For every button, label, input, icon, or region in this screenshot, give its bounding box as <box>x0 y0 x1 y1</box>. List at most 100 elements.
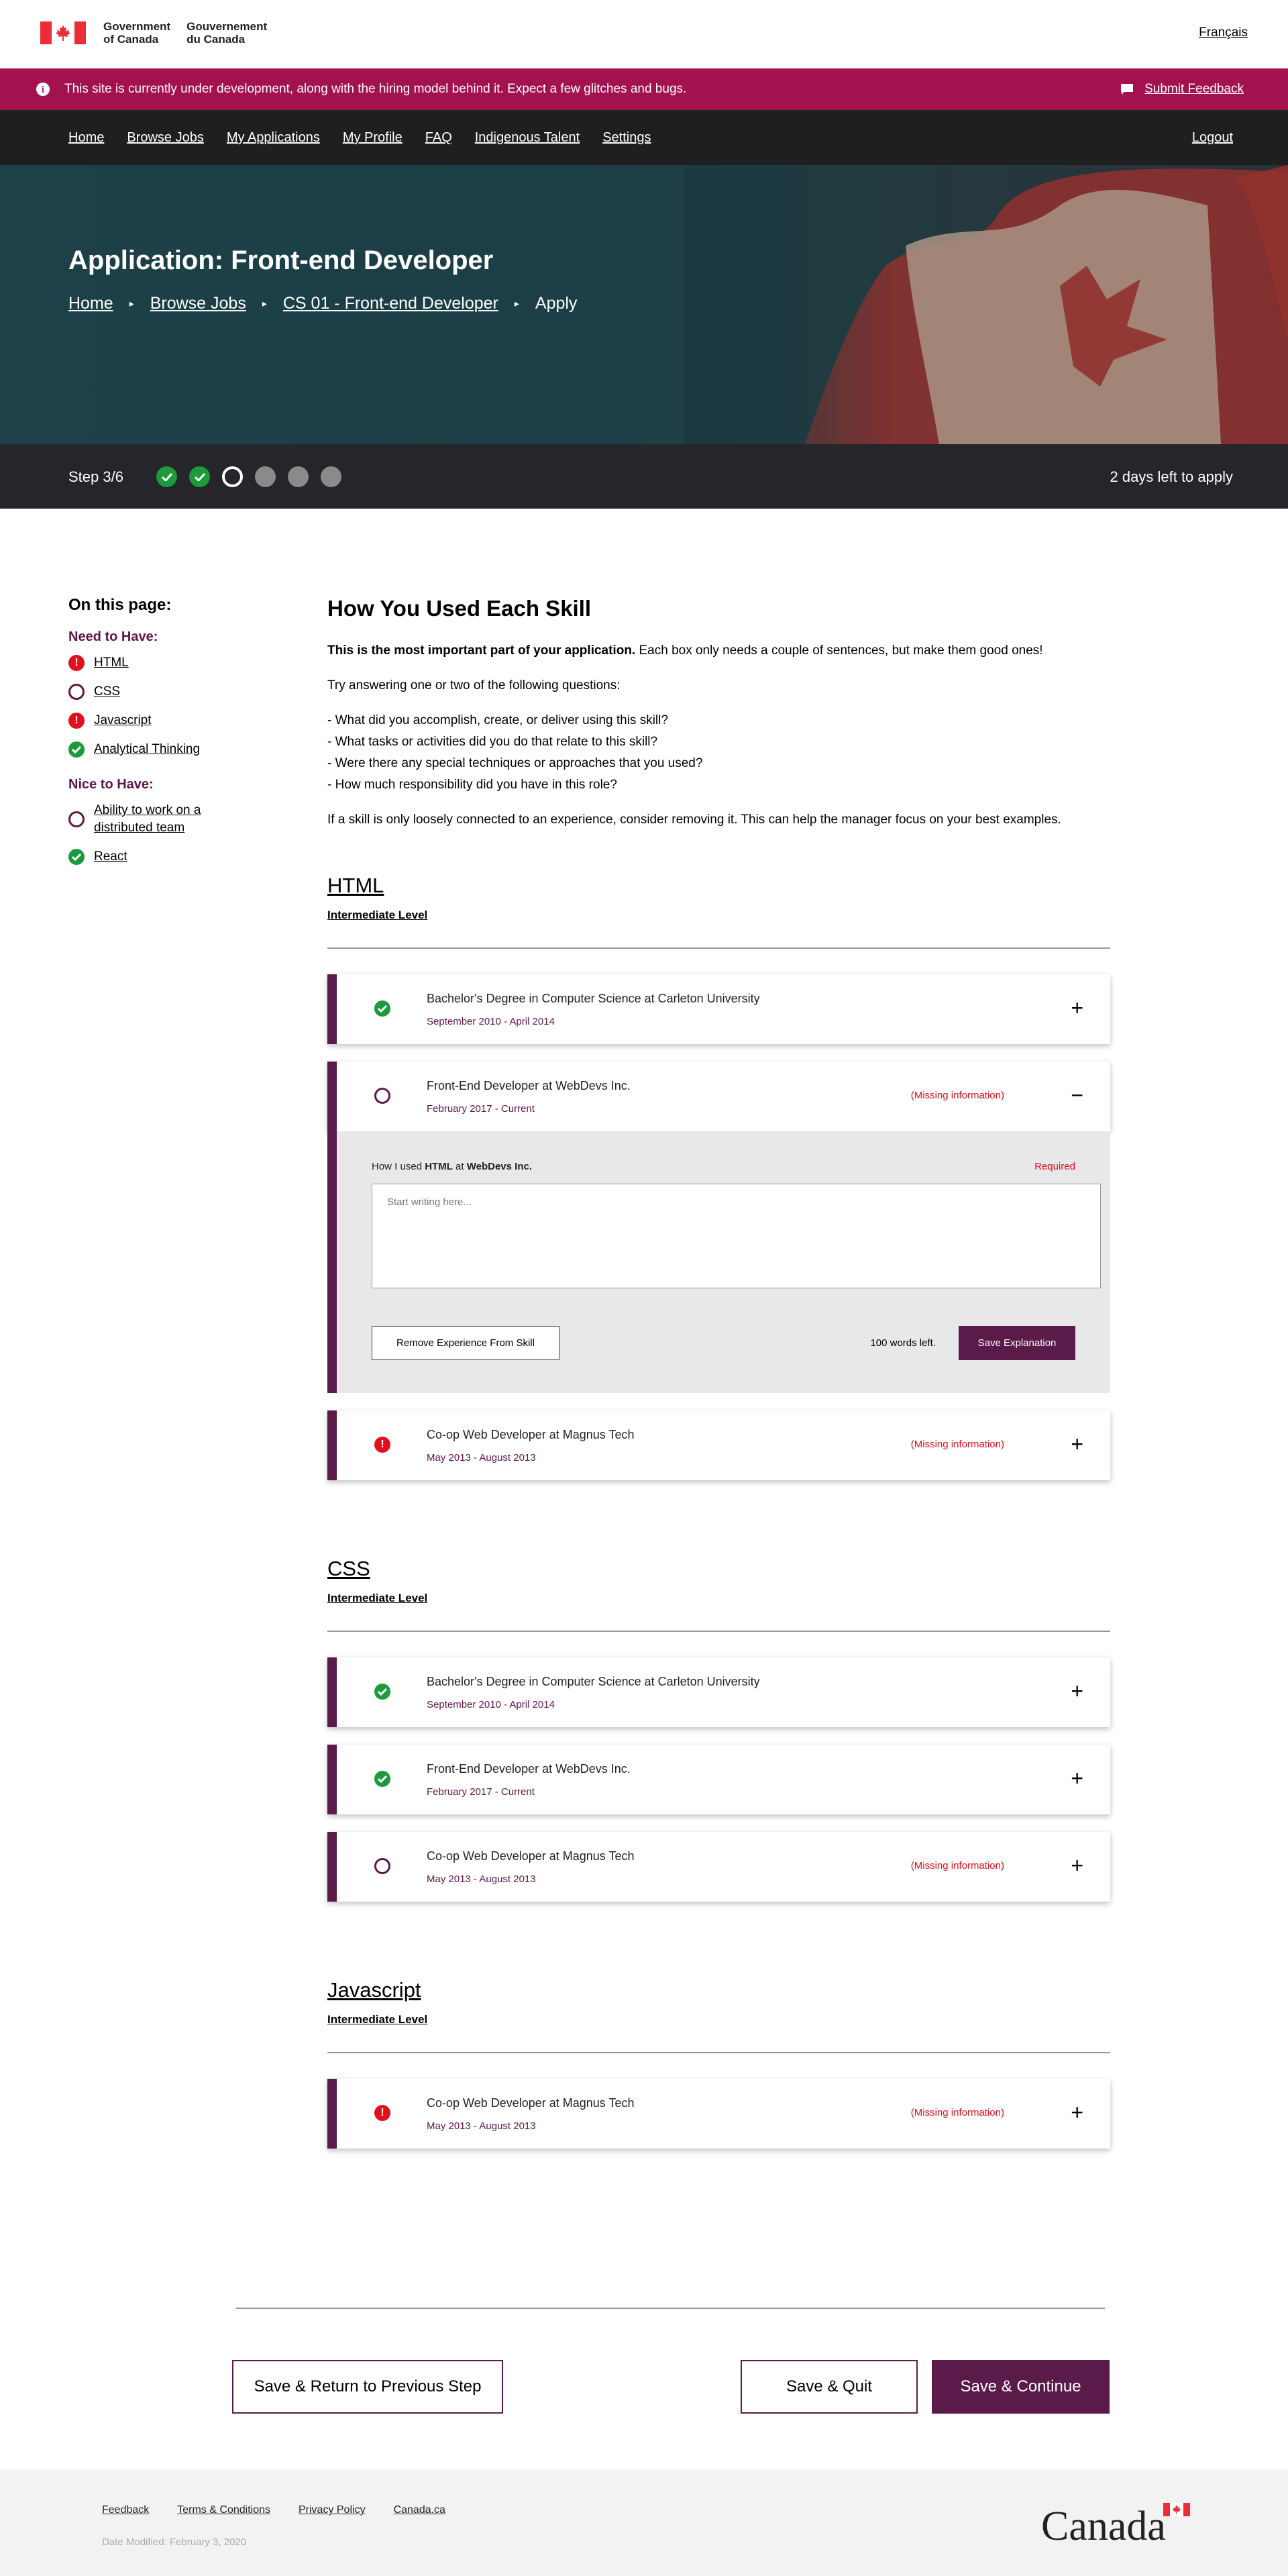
sidebar-item-analytical-thinking[interactable]: Analytical Thinking <box>68 741 283 758</box>
experience-dates: May 2013 - August 2013 <box>427 2120 536 2132</box>
nav-indigenous-talent[interactable]: Indigenous Talent <box>475 130 580 146</box>
sidebar-item-label: Analytical Thinking <box>94 742 201 756</box>
skill-section-javascript: Javascript Intermediate Level ! Co-op We… <box>327 1978 1110 2149</box>
save-quit-button[interactable]: Save & Quit <box>741 2360 918 2414</box>
nav-my-applications[interactable]: My Applications <box>227 130 320 146</box>
skill-section-css: CSS Intermediate Level Bachelor's Degree… <box>327 1557 1110 1902</box>
removal-tip: If a skill is only loosely connected to … <box>327 813 1061 827</box>
sidebar-heading: On this page: <box>68 596 172 614</box>
nav-my-profile[interactable]: My Profile <box>343 130 402 146</box>
error-icon: ! <box>68 713 85 729</box>
sidebar-item-html[interactable]: ! HTML <box>68 654 283 672</box>
hero-flag-image <box>684 165 1288 444</box>
experience-title: Co-op Web Developer at Magnus Tech <box>427 2096 635 2110</box>
experience-card-expanded[interactable]: Front-End Developer at WebDevs Inc. Febr… <box>327 1062 1110 1131</box>
remove-experience-button[interactable]: Remove Experience From Skill <box>372 1326 559 1360</box>
required-label: Required <box>1034 1161 1075 1172</box>
step-progress-bar: Step 3/6 2 days left to apply <box>0 444 1288 509</box>
breadcrumb-home[interactable]: Home <box>68 294 113 313</box>
error-icon: ! <box>374 2105 390 2121</box>
divider <box>236 2308 1105 2309</box>
experience-card[interactable]: Bachelor's Degree in Computer Science at… <box>327 974 1110 1044</box>
nav-faq[interactable]: FAQ <box>425 130 452 146</box>
breadcrumb: Home ▸ Browse Jobs ▸ CS 01 - Front-end D… <box>68 294 577 313</box>
expand-icon[interactable]: + <box>1071 1766 1083 1790</box>
experience-card[interactable]: Bachelor's Degree in Computer Science at… <box>327 1657 1110 1727</box>
deadline-text: 2 days left to apply <box>1110 468 1233 485</box>
nav-browse-jobs[interactable]: Browse Jobs <box>127 130 204 146</box>
footer-terms-link[interactable]: Terms & Conditions <box>177 2504 270 2516</box>
skill-section-html: HTML Intermediate Level Bachelor's Degre… <box>327 874 1110 1480</box>
step-5-icon <box>288 466 309 487</box>
footer-feedback-link[interactable]: Feedback <box>102 2504 149 2516</box>
chat-bubble-icon <box>1121 84 1134 95</box>
experience-card[interactable]: ! Co-op Web Developer at Magnus Tech May… <box>327 2079 1110 2149</box>
divider <box>327 2052 1110 2053</box>
breadcrumb-separator-icon: ▸ <box>514 298 519 309</box>
submit-feedback-label: Submit Feedback <box>1144 82 1244 96</box>
experience-card[interactable]: ! Co-op Web Developer at Magnus Tech May… <box>327 1410 1110 1480</box>
canada-wordmark: Canada <box>1041 2503 1190 2551</box>
sidebar-item-javascript[interactable]: ! Javascript <box>68 712 283 729</box>
footer-canada-link[interactable]: Canada.ca <box>394 2504 445 2516</box>
explanation-panel: How I used HTML at WebDevs Inc. Required… <box>327 1131 1110 1393</box>
canada-flag-icon <box>40 21 86 44</box>
incomplete-icon <box>68 811 85 827</box>
breadcrumb-job[interactable]: CS 01 - Front-end Developer <box>283 294 498 313</box>
breadcrumb-browse-jobs[interactable]: Browse Jobs <box>150 294 246 313</box>
experience-title: Front-End Developer at WebDevs Inc. <box>427 1079 631 1092</box>
missing-info-label: (Missing information) <box>910 2107 1004 2118</box>
need-to-have-heading: Need to Have: <box>68 629 158 644</box>
collapse-icon[interactable]: − <box>1071 1083 1083 1107</box>
wordmark-flag-icon <box>1163 2503 1190 2516</box>
main-nav: Home Browse Jobs My Applications My Prof… <box>0 110 1288 165</box>
incomplete-icon <box>374 1088 390 1104</box>
expand-icon[interactable]: + <box>1071 996 1083 1020</box>
question-item: - Were there any special techniques or a… <box>327 756 703 770</box>
question-item: - What tasks or activities did you do th… <box>327 735 658 749</box>
word-count: 100 words left. <box>870 1337 936 1349</box>
save-explanation-button[interactable]: Save Explanation <box>959 1326 1075 1360</box>
nice-to-have-heading: Nice to Have: <box>68 777 154 792</box>
submit-feedback-link[interactable]: Submit Feedback <box>1120 82 1244 97</box>
check-icon <box>374 1771 390 1787</box>
date-modified: Date Modified: February 3, 2020 <box>102 2536 247 2548</box>
language-toggle-link[interactable]: Français <box>1199 25 1248 40</box>
intro-paragraph: This is the most important part of your … <box>327 640 1110 662</box>
experience-dates: February 2017 - Current <box>427 1103 535 1115</box>
nav-home[interactable]: Home <box>68 130 104 146</box>
footer-privacy-link[interactable]: Privacy Policy <box>299 2504 366 2516</box>
experience-card[interactable]: Front-End Developer at WebDevs Inc. Febr… <box>327 1745 1110 1814</box>
incomplete-icon <box>68 684 85 700</box>
experience-card[interactable]: Co-op Web Developer at Magnus Tech May 2… <box>327 1832 1110 1902</box>
intro-emphasis: This is the most important part of your … <box>327 643 636 658</box>
logout-link[interactable]: Logout <box>1192 130 1233 146</box>
step-label: Step 3/6 <box>68 468 123 485</box>
skill-level: Intermediate Level <box>327 1592 428 1604</box>
expand-icon[interactable]: + <box>1071 1679 1083 1703</box>
expand-icon[interactable]: + <box>1071 1432 1083 1456</box>
label-prefix: How I used <box>372 1161 425 1172</box>
gov-signature[interactable]: Government of Canada Gouvernement du Canad… <box>40 20 267 46</box>
expand-icon[interactable]: + <box>1071 2100 1083 2124</box>
on-this-page-sidebar: On this page: Need to Have: ! HTML CSS ! J… <box>68 596 283 877</box>
experience-title: Front-End Developer at WebDevs Inc. <box>427 1762 631 1775</box>
question-list: - What did you accomplish, create, or de… <box>327 710 1110 796</box>
explanation-textarea[interactable] <box>372 1184 1101 1288</box>
nav-settings[interactable]: Settings <box>602 130 651 146</box>
skill-level: Intermediate Level <box>327 909 428 921</box>
dev-banner: i This site is currently under developme… <box>0 68 1288 110</box>
explanation-label: How I used HTML at WebDevs Inc. <box>372 1161 532 1172</box>
divider <box>327 947 1110 949</box>
check-icon <box>68 741 85 758</box>
sidebar-item-distributed-team[interactable]: Ability to work on a distributed team <box>68 802 283 837</box>
sidebar-item-css[interactable]: CSS <box>68 683 283 701</box>
incomplete-icon <box>374 1858 390 1874</box>
sidebar-item-label: Ability to work on a distributed team <box>94 803 201 835</box>
sidebar-item-label: HTML <box>94 656 129 670</box>
sidebar-item-react[interactable]: React <box>68 848 283 866</box>
save-continue-button[interactable]: Save & Continue <box>932 2360 1110 2414</box>
step-1-complete-icon <box>156 466 177 487</box>
save-return-previous-button[interactable]: Save & Return to Previous Step <box>232 2360 503 2414</box>
expand-icon[interactable]: + <box>1071 1853 1083 1877</box>
